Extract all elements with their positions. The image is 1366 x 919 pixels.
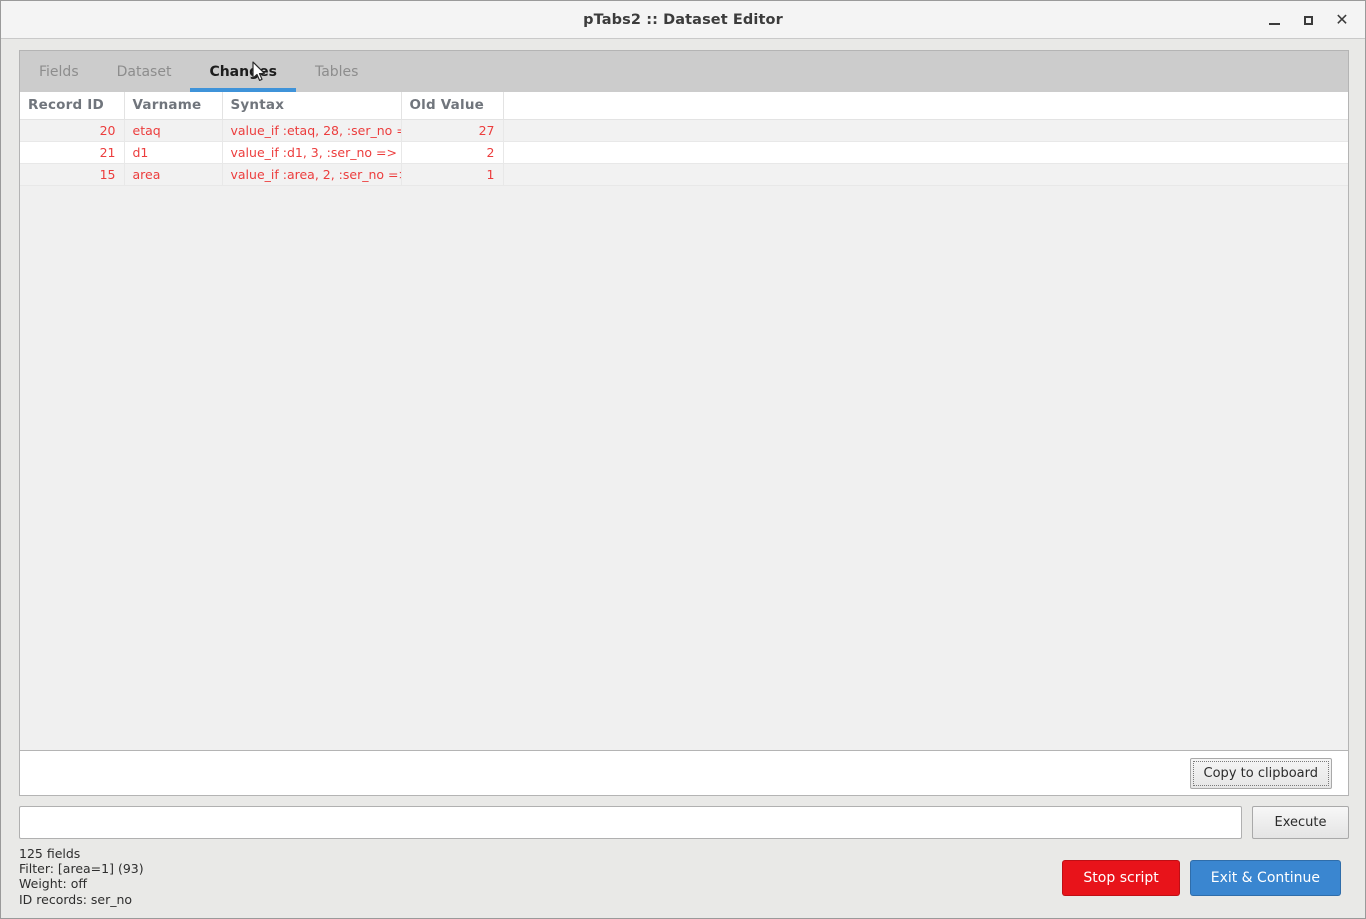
- status-fields: 125 fields: [19, 846, 81, 861]
- cell-varname: d1: [124, 141, 223, 164]
- tab-label: Tables: [314, 63, 359, 80]
- cell-syntax: value_if :etaq, 28, :ser_no => 20: [222, 119, 402, 142]
- close-icon: ✕: [1335, 10, 1349, 29]
- copy-to-clipboard-button[interactable]: Copy to clipboard: [1189, 757, 1332, 789]
- cell-varname: area: [124, 163, 223, 186]
- changes-grid: Record ID Varname Syntax Old Value 20 et…: [20, 92, 1348, 750]
- minimize-button[interactable]: [1257, 5, 1291, 35]
- column-header-syntax[interactable]: Syntax: [222, 92, 402, 120]
- column-header-spacer: [503, 92, 1348, 120]
- cell-record-id: 20: [20, 119, 125, 142]
- cell-old-value: 1: [401, 163, 504, 186]
- clipboard-bar: Copy to clipboard: [19, 751, 1349, 796]
- status-id-records: ID records: ser_no: [19, 891, 133, 907]
- cell-spacer: [503, 163, 1348, 186]
- status-weight: Weight: off: [19, 876, 87, 892]
- close-button[interactable]: ✕: [1325, 5, 1359, 35]
- cell-spacer: [503, 141, 1348, 164]
- status-block: 125 fields Filter: [area=1] (93) Weight:…: [19, 846, 144, 907]
- table-row[interactable]: 20 etaq value_if :etaq, 28, :ser_no => 2…: [20, 119, 1348, 142]
- command-row: Execute: [19, 806, 1349, 839]
- column-header-varname[interactable]: Varname: [124, 92, 223, 120]
- cell-varname: etaq: [124, 119, 223, 142]
- footer: 125 fields Filter: [area=1] (93) Weight:…: [19, 839, 1347, 918]
- tab-fields[interactable]: Fields: [20, 51, 98, 92]
- tab-label: Changes: [209, 63, 277, 80]
- maximize-button[interactable]: [1291, 5, 1325, 35]
- title-bar: pTabs2 :: Dataset Editor ✕: [1, 1, 1365, 39]
- cell-record-id: 15: [20, 163, 125, 186]
- tab-label: Dataset: [116, 63, 172, 80]
- window-title: pTabs2 :: Dataset Editor: [583, 11, 783, 28]
- action-buttons: Stop script Exit & Continue: [1062, 846, 1347, 896]
- table-row[interactable]: 15 area value_if :area, 2, :ser_no => 15…: [20, 163, 1348, 186]
- exit-and-continue-button[interactable]: Exit & Continue: [1189, 860, 1341, 896]
- tab-dataset[interactable]: Dataset: [98, 51, 191, 92]
- window-controls: ✕: [1257, 1, 1359, 39]
- tab-strip: Fields Dataset Changes Tables: [20, 51, 1348, 92]
- minimize-icon: [1268, 23, 1280, 25]
- cell-record-id: 21: [20, 141, 125, 164]
- tab-tables[interactable]: Tables: [296, 51, 378, 92]
- cell-spacer: [503, 119, 1348, 142]
- grid-empty-area: [20, 186, 1348, 750]
- execute-button[interactable]: Execute: [1252, 806, 1349, 839]
- window-body: Fields Dataset Changes Tables Record ID …: [1, 39, 1365, 918]
- column-header-old-value[interactable]: Old Value: [401, 92, 504, 120]
- cell-syntax: value_if :area, 2, :ser_no => 15: [222, 163, 402, 186]
- table-body: 20 etaq value_if :etaq, 28, :ser_no => 2…: [20, 119, 1348, 186]
- stop-script-button[interactable]: Stop script: [1062, 860, 1180, 896]
- command-input[interactable]: [19, 806, 1242, 839]
- maximize-icon: [1303, 15, 1313, 25]
- main-panel: Fields Dataset Changes Tables Record ID …: [19, 50, 1349, 751]
- cell-old-value: 27: [401, 119, 504, 142]
- changes-table: Record ID Varname Syntax Old Value 20 et…: [20, 92, 1348, 186]
- tab-label: Fields: [39, 63, 79, 80]
- cell-old-value: 2: [401, 141, 504, 164]
- table-header-row: Record ID Varname Syntax Old Value: [20, 92, 1348, 120]
- application-window: pTabs2 :: Dataset Editor ✕ Fields Datase…: [0, 0, 1366, 919]
- table-row[interactable]: 21 d1 value_if :d1, 3, :ser_no => 21 2: [20, 141, 1348, 164]
- status-filter: Filter: [area=1] (93): [19, 861, 144, 877]
- tab-changes[interactable]: Changes: [190, 51, 296, 92]
- column-header-record-id[interactable]: Record ID: [20, 92, 125, 120]
- cell-syntax: value_if :d1, 3, :ser_no => 21: [222, 141, 402, 164]
